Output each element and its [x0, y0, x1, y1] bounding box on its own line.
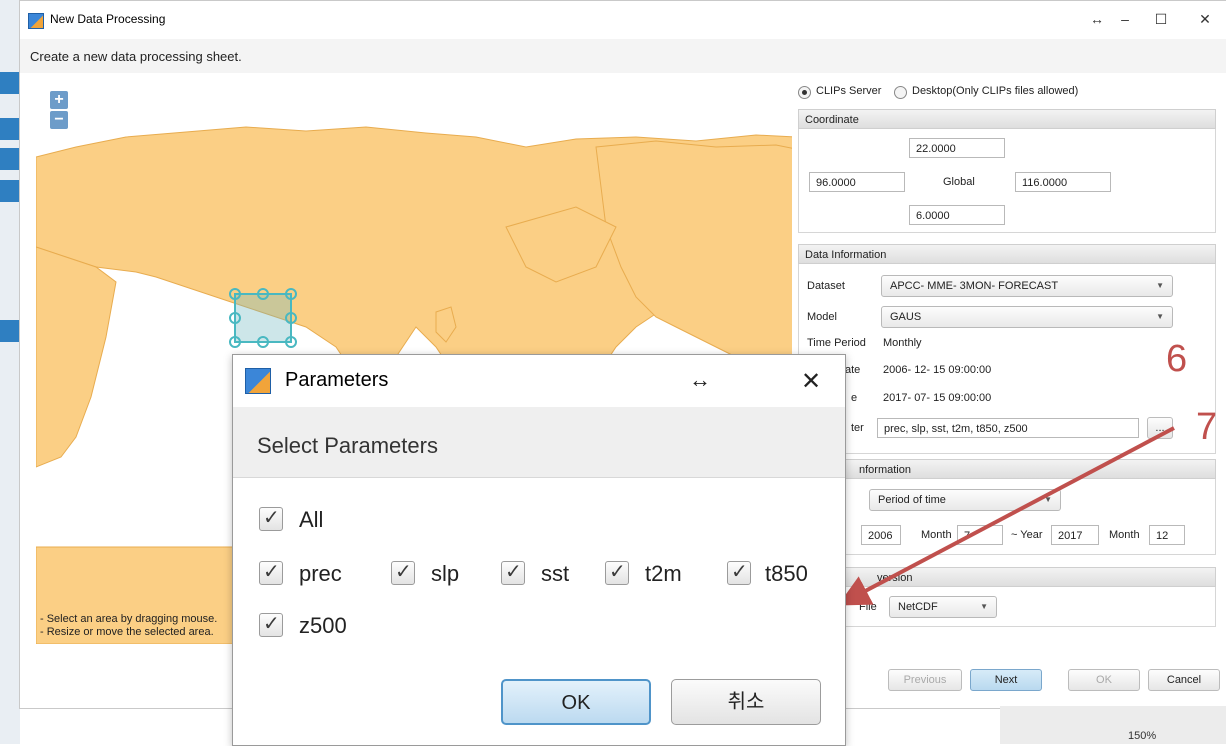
checkbox-all[interactable]	[259, 505, 283, 531]
checkbox-slp-label: slp	[431, 561, 460, 586]
dialog-header: Select Parameters	[233, 407, 845, 478]
checkbox-sst[interactable]	[501, 559, 525, 585]
checkbox-all-label: All	[299, 507, 324, 532]
background-app-bottom: 150%	[1000, 706, 1226, 744]
checkbox-z500-label: z500	[299, 613, 347, 638]
app-icon	[245, 368, 271, 394]
dialog-heading: Select Parameters	[257, 433, 438, 458]
background-zoom-level: 150%	[1128, 730, 1157, 742]
checkbox-prec[interactable]	[259, 559, 283, 585]
dialog-close-button[interactable]: ✕	[801, 367, 821, 396]
dialog-cancel-button[interactable]: 취소	[671, 679, 821, 725]
checkbox-prec-label: prec	[299, 561, 342, 586]
dialog-title: Parameters	[285, 369, 389, 391]
dialog-titlebar: Parameters ↔ ✕	[233, 355, 845, 407]
checkbox-sst-label: sst	[541, 561, 570, 586]
checkbox-t850-label: t850	[765, 561, 808, 586]
dialog-ok-button[interactable]: OK	[501, 679, 651, 725]
checkbox-t850[interactable]	[727, 559, 751, 585]
resize-icon[interactable]: ↔	[689, 367, 711, 393]
checkbox-t2m-label: t2m	[645, 561, 682, 586]
parameters-dialog: Parameters ↔ ✕ Select Parameters All pre…	[232, 354, 846, 746]
checkbox-slp[interactable]	[391, 559, 415, 585]
checkbox-t2m[interactable]	[605, 559, 629, 585]
checkbox-z500[interactable]	[259, 611, 283, 637]
